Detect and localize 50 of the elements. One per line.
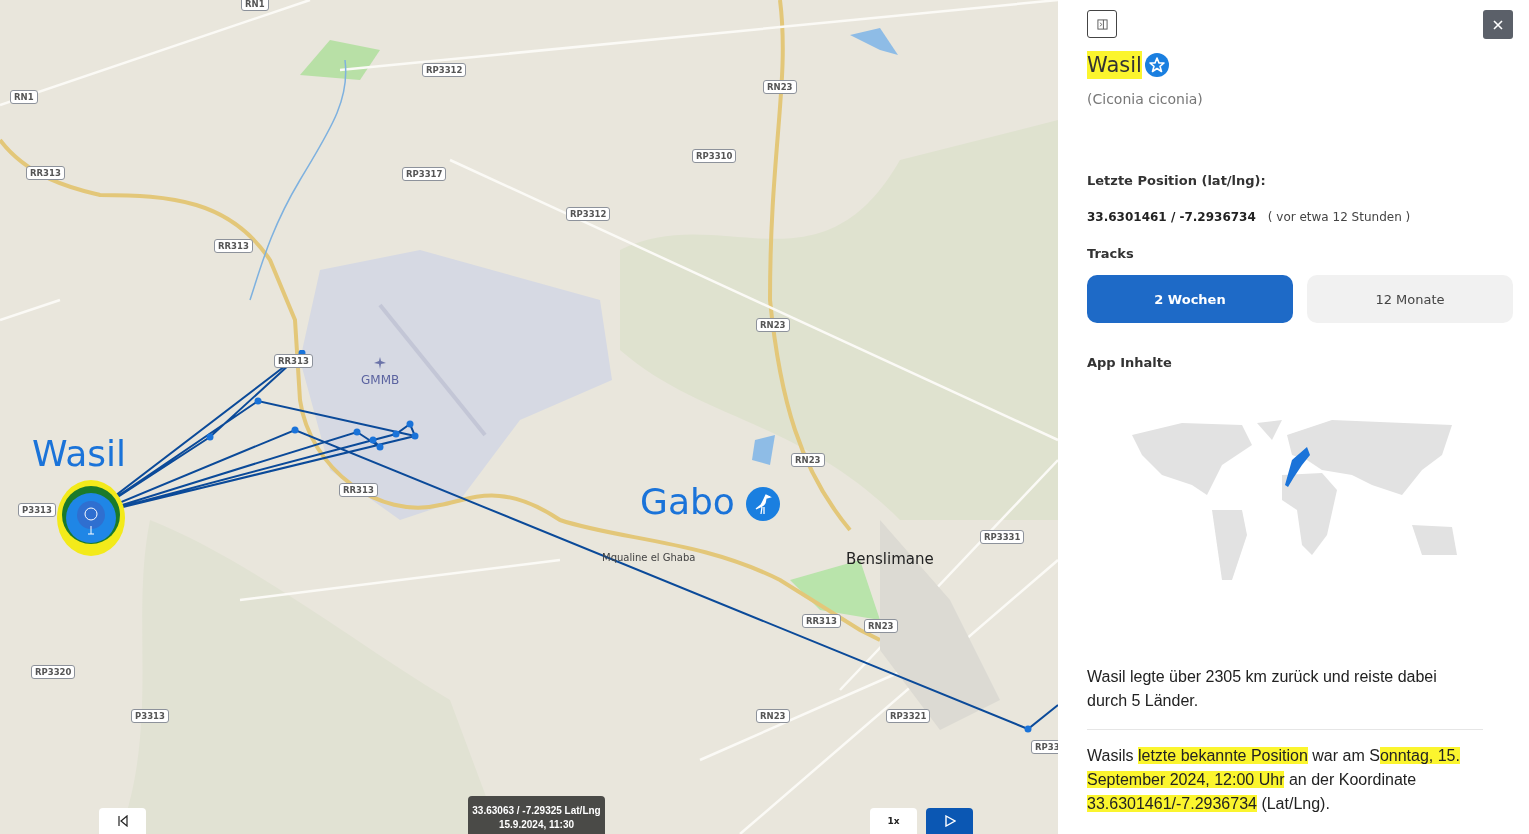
animal-label: Wasil: [32, 432, 127, 476]
road-label: RR313: [274, 354, 313, 368]
road-label: RN23: [864, 619, 898, 633]
road-label: RR313: [339, 483, 378, 497]
sidebar-icon: [1096, 18, 1108, 30]
road-label: RN1: [10, 90, 38, 104]
road-label: RP33: [1031, 740, 1058, 754]
animal-name: Wasil: [1087, 51, 1142, 79]
summary-text: Wasil legte über 2305 km zurück und reiste dabei durch 5 Länder.: [1087, 667, 1438, 711]
road-label: RP3317: [402, 167, 447, 181]
close-button[interactable]: [1483, 10, 1513, 39]
road-label: P3313: [18, 503, 56, 517]
play-button[interactable]: [926, 808, 973, 834]
collapse-panel-button[interactable]: [1087, 10, 1117, 38]
track-range-tab[interactable]: 12 Monate: [1307, 275, 1513, 323]
road-label: RP3321: [886, 709, 931, 723]
section-heading: App Inhalte: [1087, 355, 1173, 370]
airport-icon: [374, 357, 386, 369]
road-label: RN23: [756, 709, 790, 723]
place-label: Benslimane: [846, 550, 934, 568]
position-age: ( vor etwa 12 Stunden ): [1267, 210, 1411, 224]
play-icon: [943, 815, 956, 827]
section-heading: Letzte Position (lat/lng):: [1087, 173, 1267, 188]
road-label: RP3320: [31, 665, 76, 679]
animal-marker-drawing[interactable]: [55, 478, 127, 558]
road-label: RR313: [26, 166, 65, 180]
speed-button[interactable]: 1x: [870, 808, 917, 834]
road-label: RR313: [802, 614, 841, 628]
road-label: RN1: [241, 0, 269, 11]
species-name: (Ciconia ciconia): [1087, 91, 1204, 107]
stork-icon[interactable]: [746, 487, 780, 521]
track-range-tab[interactable]: 2 Wochen: [1087, 275, 1293, 323]
section-heading: Tracks: [1087, 246, 1135, 261]
road-label: RP3312: [566, 207, 611, 221]
animal-label: Gabo: [640, 480, 735, 524]
previous-button[interactable]: [99, 808, 146, 834]
tooltip-time: 15.9.2024, 11:30: [498, 818, 575, 832]
road-label: RP3331: [980, 530, 1025, 544]
road-label: RP3310: [692, 149, 737, 163]
road-label: RN23: [763, 80, 797, 94]
place-label: GMMB: [361, 373, 400, 387]
tooltip-coordinates: 33.63063 / -7.29325 Lat/Lng: [472, 804, 601, 818]
position-coordinates: 33.6301461 / -7.2936734: [1087, 210, 1256, 224]
road-label: RP3312: [422, 63, 467, 77]
road-label: RN23: [791, 453, 825, 467]
road-label: P3313: [131, 709, 169, 723]
close-icon: [1493, 19, 1503, 30]
road-label: RR313: [214, 239, 253, 253]
skip-back-icon: [116, 815, 129, 827]
road-label: RN23: [756, 318, 790, 332]
